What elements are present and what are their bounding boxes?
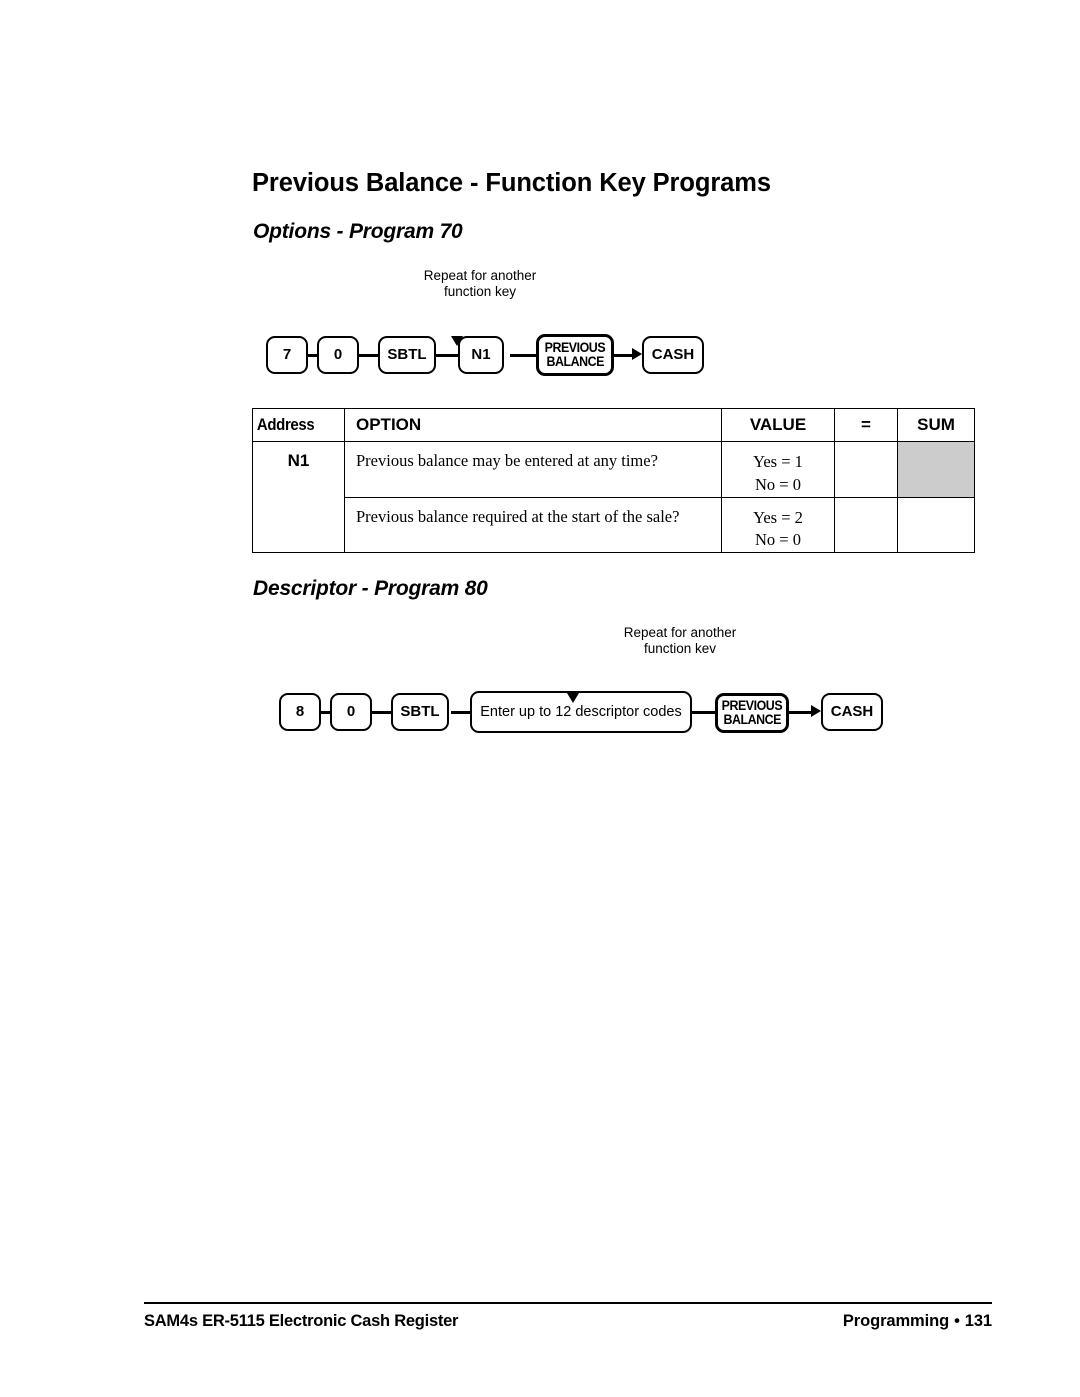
options-table: Address OPTION VALUE = SUM N1 Previous b…: [252, 408, 975, 554]
cell-value-1-no: No = 0: [755, 474, 801, 494]
flow-diagram-descriptor: Repeat for another function kev 8 0 SBTL…: [265, 625, 885, 745]
key-sbtl-label: SBTL: [400, 703, 440, 721]
footer-bullet-icon: •: [954, 1312, 960, 1330]
document-page: Previous Balance - Function Key Programs…: [0, 0, 1080, 1397]
key-0[interactable]: 0: [317, 336, 359, 374]
key-descriptor-entry-label: Enter up to 12 descriptor codes: [480, 703, 682, 720]
footer-product-name: SAM4s ER-5115 Electronic Cash Register: [144, 1312, 459, 1330]
key-8-label: 8: [295, 703, 305, 721]
cell-address-n1: N1: [252, 440, 345, 554]
key-previous-balance[interactable]: PREVIOUS BALANCE: [715, 693, 789, 733]
key-7[interactable]: 7: [266, 336, 308, 374]
footer-page-number: 131: [964, 1312, 992, 1330]
loop-line-horizontal: [265, 658, 450, 661]
loop-line-right-vertical: [265, 625, 268, 658]
header-option: OPTION: [344, 408, 722, 442]
footer-page-info: Programming • 131: [843, 1312, 992, 1331]
loop-line-right-vertical: [252, 268, 255, 301]
repeat-note-options: Repeat for another function key: [380, 268, 580, 300]
cell-value-2-no: No = 0: [755, 530, 801, 550]
cell-equals-1[interactable]: [834, 441, 898, 498]
repeat-note-line1: Repeat for another: [423, 268, 537, 283]
page-title: Previous Balance - Function Key Programs: [252, 169, 771, 198]
cell-sum-1: [897, 441, 975, 498]
cell-value-1-yes: Yes = 1: [753, 452, 803, 471]
footer-chapter-label: Programming: [842, 1312, 950, 1330]
header-sum: SUM: [897, 408, 975, 442]
cell-value-2: Yes = 2 No = 0: [721, 496, 835, 554]
key-n1[interactable]: N1: [458, 336, 504, 374]
repeat-note-line1: Repeat for another: [623, 625, 737, 640]
connector-arrow-right-icon: [632, 348, 642, 360]
table-header-row: Address OPTION VALUE = SUM: [252, 408, 975, 442]
connector-entry-prevbal: [689, 711, 717, 714]
header-address: Address: [252, 408, 345, 442]
cell-value-2-yes: Yes = 2: [753, 507, 803, 527]
header-value: VALUE: [721, 408, 835, 442]
key-previous-balance-label-line2: BALANCE: [546, 354, 604, 369]
key-cash[interactable]: CASH: [821, 693, 883, 731]
repeat-note-line2: function key: [443, 283, 517, 299]
repeat-note-line2: function kev: [643, 640, 717, 656]
key-8[interactable]: 8: [279, 693, 321, 731]
table-row: Previous balance required at the start o…: [253, 496, 975, 554]
cell-option-1: Previous balance may be entered at any t…: [344, 441, 722, 498]
loop-line-left-vertical: [265, 661, 268, 689]
key-cash-label: CASH: [651, 346, 695, 364]
key-0-label: 0: [346, 703, 356, 721]
cell-equals-2[interactable]: [834, 496, 898, 554]
cell-option-2: Previous balance required at the start o…: [344, 496, 722, 554]
key-sbtl-label: SBTL: [387, 346, 427, 364]
loop-line-horizontal: [252, 301, 359, 304]
key-cash-label: CASH: [830, 703, 874, 721]
cell-sum-2[interactable]: [897, 496, 975, 554]
key-previous-balance[interactable]: PREVIOUS BALANCE: [536, 334, 614, 376]
key-previous-balance-label-line2: BALANCE: [723, 712, 781, 727]
loop-arrow-down-icon: [567, 693, 579, 703]
loop-line-left-vertical: [252, 304, 255, 332]
key-sbtl[interactable]: SBTL: [391, 693, 449, 731]
repeat-note-descriptor: Repeat for another function kev: [580, 625, 780, 657]
key-previous-balance-label-line1: PREVIOUS: [721, 698, 783, 714]
key-cash[interactable]: CASH: [642, 336, 704, 374]
key-sbtl[interactable]: SBTL: [378, 336, 436, 374]
key-n1-label: N1: [471, 346, 491, 364]
key-0-label: 0: [333, 346, 343, 364]
key-7-label: 7: [282, 346, 292, 364]
table-row: N1 Previous balance may be entered at an…: [252, 440, 975, 554]
key-0[interactable]: 0: [330, 693, 372, 731]
flow-diagram-options: Repeat for another function key 7 0 SBTL…: [252, 268, 704, 388]
section-heading-options: Options - Program 70: [253, 220, 463, 244]
loop-arrow-down-icon: [451, 336, 463, 346]
cell-value-1: Yes = 1 No = 0: [721, 441, 835, 498]
footer-divider: [144, 1302, 992, 1304]
section-heading-descriptor: Descriptor - Program 80: [253, 577, 488, 601]
key-descriptor-entry[interactable]: Enter up to 12 descriptor codes: [470, 691, 692, 733]
connector-arrow-right-icon: [811, 705, 821, 717]
key-previous-balance-label-line1: PREVIOUS: [544, 340, 606, 356]
header-equals: =: [834, 408, 898, 442]
